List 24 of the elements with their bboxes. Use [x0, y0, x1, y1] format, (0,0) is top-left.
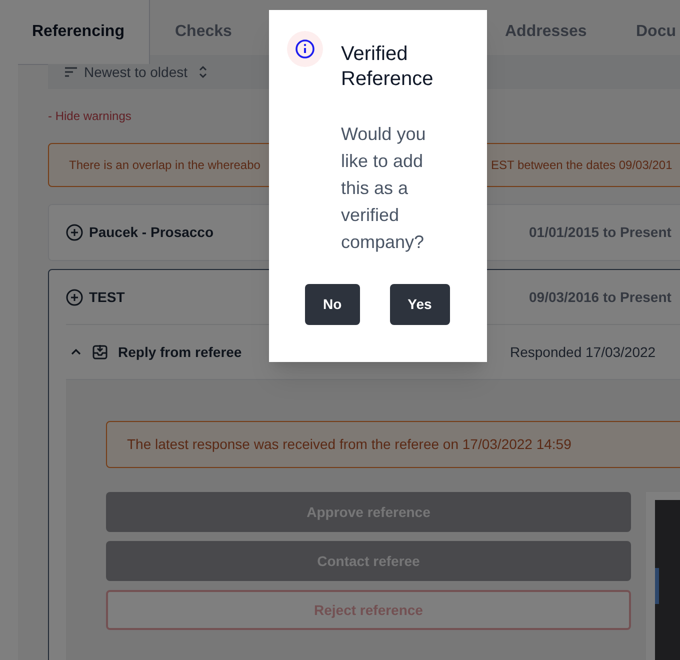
plus-circle-icon [66, 224, 83, 241]
notice-banner: The latest response was received from the referee on 17/03/2022 14:59 [106, 421, 680, 468]
date-range: 01/01/2015 to Present [529, 223, 672, 242]
reference-name: TEST [89, 288, 125, 306]
hide-warnings-link[interactable]: - Hide warnings [48, 107, 132, 125]
info-icon [287, 31, 323, 67]
sort-icon [64, 66, 78, 78]
section-title: Reply from referee [118, 342, 242, 362]
chevron-updown-icon [198, 65, 208, 79]
sort-dropdown[interactable]: Newest to oldest [64, 62, 208, 82]
tab[interactable]: Referencing [18, 0, 150, 64]
reference-name: Paucek - Prosacco [89, 223, 214, 242]
plus-circle-icon [66, 288, 83, 306]
warning-text: EST between the dates 09/03/201 [491, 157, 672, 174]
warning-text: There is an overlap in the whereabo [69, 157, 262, 174]
response-status: Responded 17/03/2022 [510, 342, 656, 362]
dialog-button[interactable]: No [305, 284, 360, 325]
date-range: 09/03/2016 to Present [529, 288, 672, 306]
dialog-title: Verified Reference [341, 42, 434, 92]
scroll-marker [655, 568, 659, 604]
inbox-download-icon [92, 344, 108, 360]
dialog-message: Would you like to add this as a verified company? [341, 123, 427, 254]
dialog-button[interactable]: Yes [390, 284, 450, 325]
chevron-up-icon[interactable] [70, 347, 82, 357]
